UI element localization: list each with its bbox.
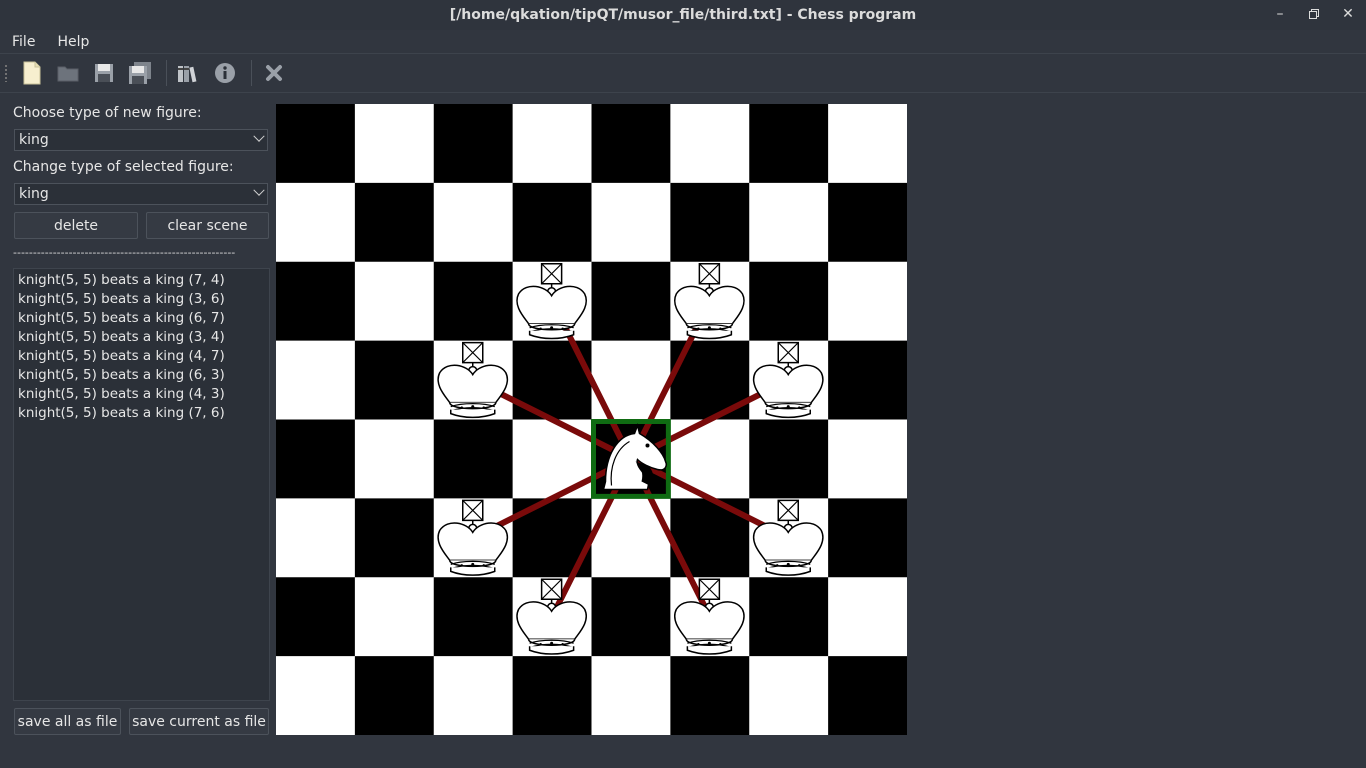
board-square[interactable] — [354, 498, 435, 578]
list-item[interactable]: knight(5, 5) beats a king (4, 7) — [18, 347, 265, 366]
board-square[interactable] — [512, 104, 592, 184]
board-square[interactable] — [828, 656, 907, 735]
board-square[interactable] — [433, 104, 514, 184]
board-square[interactable] — [512, 182, 592, 263]
board-square[interactable] — [591, 104, 671, 184]
toolbar-separator — [251, 60, 252, 86]
library-icon[interactable] — [173, 57, 205, 89]
window-title: [/home/qkation/tipQT/musor_file/third.tx… — [449, 7, 917, 23]
save-all-icon[interactable] — [124, 57, 156, 89]
selected-figure-select[interactable]: king — [14, 183, 268, 205]
board-square[interactable] — [749, 419, 829, 499]
board-square[interactable] — [433, 261, 514, 342]
toolbar-separator — [166, 60, 167, 86]
board-square[interactable] — [276, 182, 356, 263]
board-square[interactable] — [828, 577, 907, 657]
delete-button[interactable]: delete — [14, 212, 138, 239]
board-square[interactable] — [276, 498, 356, 578]
board-square[interactable] — [276, 340, 356, 420]
info-icon[interactable] — [209, 57, 241, 89]
list-item[interactable]: knight(5, 5) beats a king (3, 6) — [18, 290, 265, 309]
board-square[interactable] — [433, 656, 514, 735]
board-square[interactable] — [276, 104, 356, 184]
list-item[interactable]: knight(5, 5) beats a king (6, 3) — [18, 366, 265, 385]
board-square[interactable] — [749, 577, 829, 657]
save-all-button[interactable]: save all as file — [14, 708, 121, 735]
list-item[interactable]: knight(5, 5) beats a king (7, 6) — [18, 404, 265, 423]
board-square[interactable] — [591, 261, 671, 342]
board-square[interactable] — [749, 261, 829, 342]
board-square[interactable] — [828, 104, 907, 184]
save-current-button[interactable]: save current as file — [129, 708, 269, 735]
new-file-icon[interactable] — [16, 57, 48, 89]
board-square[interactable] — [828, 498, 907, 578]
board-square[interactable] — [433, 577, 514, 657]
board-square[interactable] — [354, 261, 435, 342]
board-square[interactable] — [591, 577, 671, 657]
toolbar — [0, 53, 1366, 93]
title-bar: [/home/qkation/tipQT/musor_file/third.tx… — [0, 0, 1366, 30]
list-item[interactable]: knight(5, 5) beats a king (3, 4) — [18, 328, 265, 347]
minimize-icon[interactable]: – — [1272, 4, 1288, 24]
close-window-icon[interactable]: ✕ — [1340, 4, 1356, 24]
menu-help[interactable]: Help — [57, 34, 89, 50]
list-item[interactable]: knight(5, 5) beats a king (6, 7) — [18, 309, 265, 328]
new-figure-select[interactable]: king — [14, 129, 268, 151]
close-icon[interactable] — [258, 57, 290, 89]
messages-list[interactable]: knight(5, 5) beats a king (7, 4) knight(… — [13, 268, 270, 701]
board-square[interactable] — [591, 656, 671, 735]
board-square[interactable] — [354, 182, 435, 263]
board-square[interactable] — [828, 340, 907, 420]
board-square[interactable] — [354, 656, 435, 735]
selected-figure-label: Change type of selected figure: — [13, 159, 234, 175]
board-square[interactable] — [354, 340, 435, 420]
separator-line: ----------------------------------------… — [13, 246, 236, 259]
board-square[interactable] — [828, 419, 907, 499]
board-square[interactable] — [670, 104, 750, 184]
open-folder-icon[interactable] — [52, 57, 84, 89]
board-square[interactable] — [354, 419, 435, 499]
board-square[interactable] — [512, 656, 592, 735]
board-square[interactable] — [276, 656, 356, 735]
board-square[interactable] — [354, 104, 435, 184]
board-square[interactable] — [749, 182, 829, 263]
board-square[interactable] — [276, 261, 356, 342]
board-square[interactable] — [670, 656, 750, 735]
board-square[interactable] — [354, 577, 435, 657]
save-icon[interactable] — [88, 57, 120, 89]
board-square[interactable] — [276, 419, 356, 499]
board-square[interactable] — [670, 182, 750, 263]
board-square[interactable] — [749, 104, 829, 184]
clear-scene-button[interactable]: clear scene — [146, 212, 269, 239]
board-square[interactable] — [433, 419, 514, 499]
board-square[interactable] — [828, 182, 907, 263]
selected-figure-value: king — [19, 186, 49, 202]
window-controls: – ✕ — [1272, 4, 1356, 24]
restore-icon[interactable] — [1306, 4, 1322, 24]
board-square[interactable] — [749, 656, 829, 735]
list-item[interactable]: knight(5, 5) beats a king (7, 4) — [18, 271, 265, 290]
chevron-down-icon — [253, 130, 265, 142]
new-figure-value: king — [19, 132, 49, 148]
menu-file[interactable]: File — [12, 34, 35, 50]
toolbar-grip[interactable] — [4, 64, 8, 82]
list-item[interactable]: knight(5, 5) beats a king (4, 3) — [18, 385, 265, 404]
chess-board[interactable] — [276, 104, 907, 735]
board-square[interactable] — [433, 182, 514, 263]
board-square[interactable] — [276, 577, 356, 657]
left-panel: Choose type of new figure: king Change t… — [0, 94, 276, 768]
new-figure-label: Choose type of new figure: — [13, 105, 202, 121]
chevron-down-icon — [253, 184, 265, 196]
menu-bar: File Help — [0, 30, 1366, 53]
board-square[interactable] — [591, 182, 671, 263]
board-square[interactable] — [828, 261, 907, 342]
